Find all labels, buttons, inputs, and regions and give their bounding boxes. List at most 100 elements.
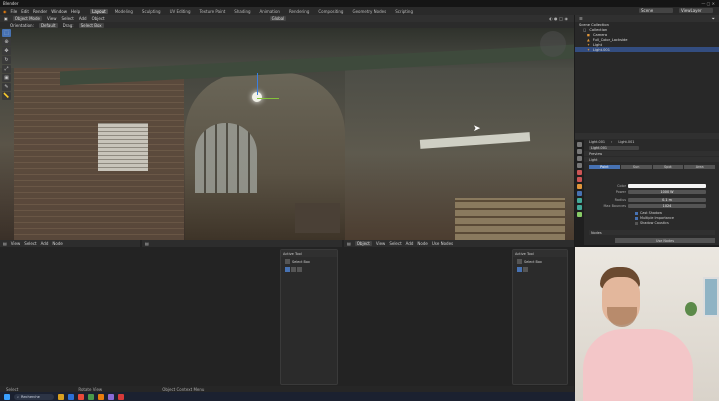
active-tool-panel-header[interactable]: Active Tool [281, 250, 337, 257]
blender-logo-icon[interactable]: ◉ [3, 9, 7, 14]
app-icon-green[interactable] [88, 393, 94, 400]
constraints-tab-icon[interactable] [577, 205, 582, 210]
cast-shadow-checkbox[interactable] [635, 211, 638, 215]
shader-menu-view[interactable]: View [376, 241, 386, 246]
chrome-icon[interactable] [78, 393, 84, 400]
bounces-field[interactable]: 1024 [628, 204, 706, 208]
tool-tab-icon[interactable] [577, 142, 582, 147]
menu-file[interactable]: File [11, 9, 18, 14]
3d-viewport[interactable]: ➤ [0, 28, 574, 240]
vp-menu-object[interactable]: Object [92, 16, 105, 21]
power-field[interactable]: 1000 W [628, 190, 706, 194]
section-light[interactable]: Light [575, 157, 719, 162]
tab-modeling[interactable]: Modeling [113, 9, 135, 14]
view-layer-selector[interactable]: ViewLayer [679, 8, 713, 13]
measure-tool-icon[interactable]: 📏 [2, 92, 11, 100]
section-preview[interactable]: Preview [575, 151, 719, 156]
left-menu-node[interactable]: Node [52, 241, 62, 246]
taskbar-search[interactable]: ⌕ Recherche [14, 393, 54, 400]
menu-render[interactable]: Render [33, 9, 47, 14]
light-type-sun[interactable]: Sun [620, 164, 652, 169]
move-tool-icon[interactable]: ✥ [2, 47, 11, 55]
light-type-area[interactable]: Area [684, 164, 715, 169]
cast-shadow-row[interactable]: Cast Shadow [635, 211, 662, 215]
editor-type-icon[interactable]: ▣ [4, 16, 8, 21]
outliner-row-light-001[interactable]: ✦ Light.001 [575, 47, 719, 52]
color-field[interactable] [628, 184, 706, 188]
select-mode-buttons-right[interactable] [513, 266, 567, 273]
multiple-importance-checkbox[interactable] [635, 216, 638, 220]
use-nodes-toggle[interactable]: Use Nodes [432, 241, 453, 246]
shader-type-icon[interactable]: ▤ [347, 241, 351, 246]
vp-menu-select[interactable]: Select [61, 16, 73, 21]
menu-help[interactable]: Help [71, 9, 80, 14]
shader-menu-add[interactable]: Add [406, 241, 414, 246]
shading-buttons[interactable]: ◐ ● ◯ ◉ [549, 16, 568, 21]
multiple-importance-row[interactable]: Multiple Importance [635, 216, 674, 220]
transform-tool-icon[interactable]: ▣ [2, 74, 11, 82]
active-tool-panel-right-header[interactable]: Active Tool [513, 250, 567, 257]
select-box-row-right[interactable]: Select Box [513, 257, 567, 266]
tab-uv-editing[interactable]: UV Editing [168, 9, 193, 14]
vp-menu-view[interactable]: View [47, 16, 57, 21]
tab-animation[interactable]: Animation [258, 9, 282, 14]
modifier-tab-icon[interactable] [577, 191, 582, 196]
view-layer-tab-icon[interactable] [577, 163, 582, 168]
scene-selector[interactable]: Scene [639, 8, 673, 13]
menu-edit[interactable]: Edit [21, 9, 29, 14]
physics-tab-icon[interactable] [577, 198, 582, 203]
section-nodes[interactable]: Nodes [589, 230, 715, 235]
left-menu-select[interactable]: Select [24, 241, 36, 246]
use-nodes-button[interactable]: Use Nodes [615, 238, 715, 243]
output-tab-icon[interactable] [577, 156, 582, 161]
navigation-gizmo[interactable] [540, 31, 566, 57]
select-mode-buttons[interactable] [281, 266, 337, 273]
shader-object-dropdown[interactable]: Object [354, 241, 372, 246]
mid-left-type-icon[interactable]: ▤ [145, 241, 149, 246]
vp-menu-add[interactable]: Add [79, 16, 87, 21]
datablock-selector[interactable]: Light.001 [589, 146, 639, 150]
cursor-tool-icon[interactable]: ⊕ [2, 38, 11, 46]
breadcrumb-data[interactable]: Light.001 [618, 140, 634, 144]
object-tab-icon[interactable] [577, 184, 582, 189]
shader-menu-select[interactable]: Select [389, 241, 401, 246]
tab-rendering[interactable]: Rendering [287, 9, 311, 14]
shadow-caustics-checkbox[interactable] [635, 221, 638, 225]
left-menu-view[interactable]: View [11, 241, 21, 246]
orientation-dropdown[interactable]: Global [269, 16, 287, 21]
file-explorer-icon[interactable] [58, 393, 64, 400]
scene-tab-icon[interactable] [577, 170, 582, 175]
blender-taskbar-icon[interactable] [98, 393, 104, 400]
tab-geometry-nodes[interactable]: Geometry Nodes [350, 9, 388, 14]
app-icon-red[interactable] [118, 393, 124, 400]
windows-start-icon[interactable] [4, 393, 10, 400]
window-controls[interactable]: — ▢ ✕ [701, 1, 715, 6]
shadow-caustics-row[interactable]: Shadow Caustics [635, 221, 669, 225]
rotate-tool-icon[interactable]: ↻ [2, 56, 11, 64]
menu-window[interactable]: Window [51, 9, 67, 14]
outliner-type-icon[interactable]: ☰ [579, 16, 583, 21]
tab-texture-paint[interactable]: Texture Paint [197, 9, 227, 14]
tab-shading[interactable]: Shading [232, 9, 252, 14]
annotate-tool-icon[interactable]: ✎ [2, 83, 11, 91]
light-type-point[interactable]: Point [589, 164, 620, 169]
tab-sculpting[interactable]: Sculpting [140, 9, 163, 14]
scale-tool-icon[interactable]: ⤢ [2, 65, 11, 73]
light-type-spot[interactable]: Spot [652, 164, 684, 169]
tab-scripting[interactable]: Scripting [393, 9, 415, 14]
edge-icon[interactable] [68, 393, 74, 400]
tab-compositing[interactable]: Compositing [316, 9, 345, 14]
select-box-row[interactable]: Select Box [281, 257, 337, 266]
tab-layout[interactable]: Layout [90, 8, 108, 14]
left-menu-add[interactable]: Add [41, 241, 49, 246]
light-data-tab-icon[interactable] [577, 212, 582, 217]
orientation-value[interactable]: Default [38, 22, 58, 28]
left-editor-type-icon[interactable]: ▤ [3, 241, 7, 246]
render-tab-icon[interactable] [577, 149, 582, 154]
world-tab-icon[interactable] [577, 177, 582, 182]
app-icon-purple[interactable] [108, 393, 114, 400]
mode-dropdown[interactable]: Object Mode [12, 16, 42, 21]
radius-field[interactable]: 0.1 m [628, 198, 706, 202]
select-tool-icon[interactable]: ⬚ [2, 29, 11, 37]
filter-icon[interactable]: ⏷ [712, 16, 715, 21]
